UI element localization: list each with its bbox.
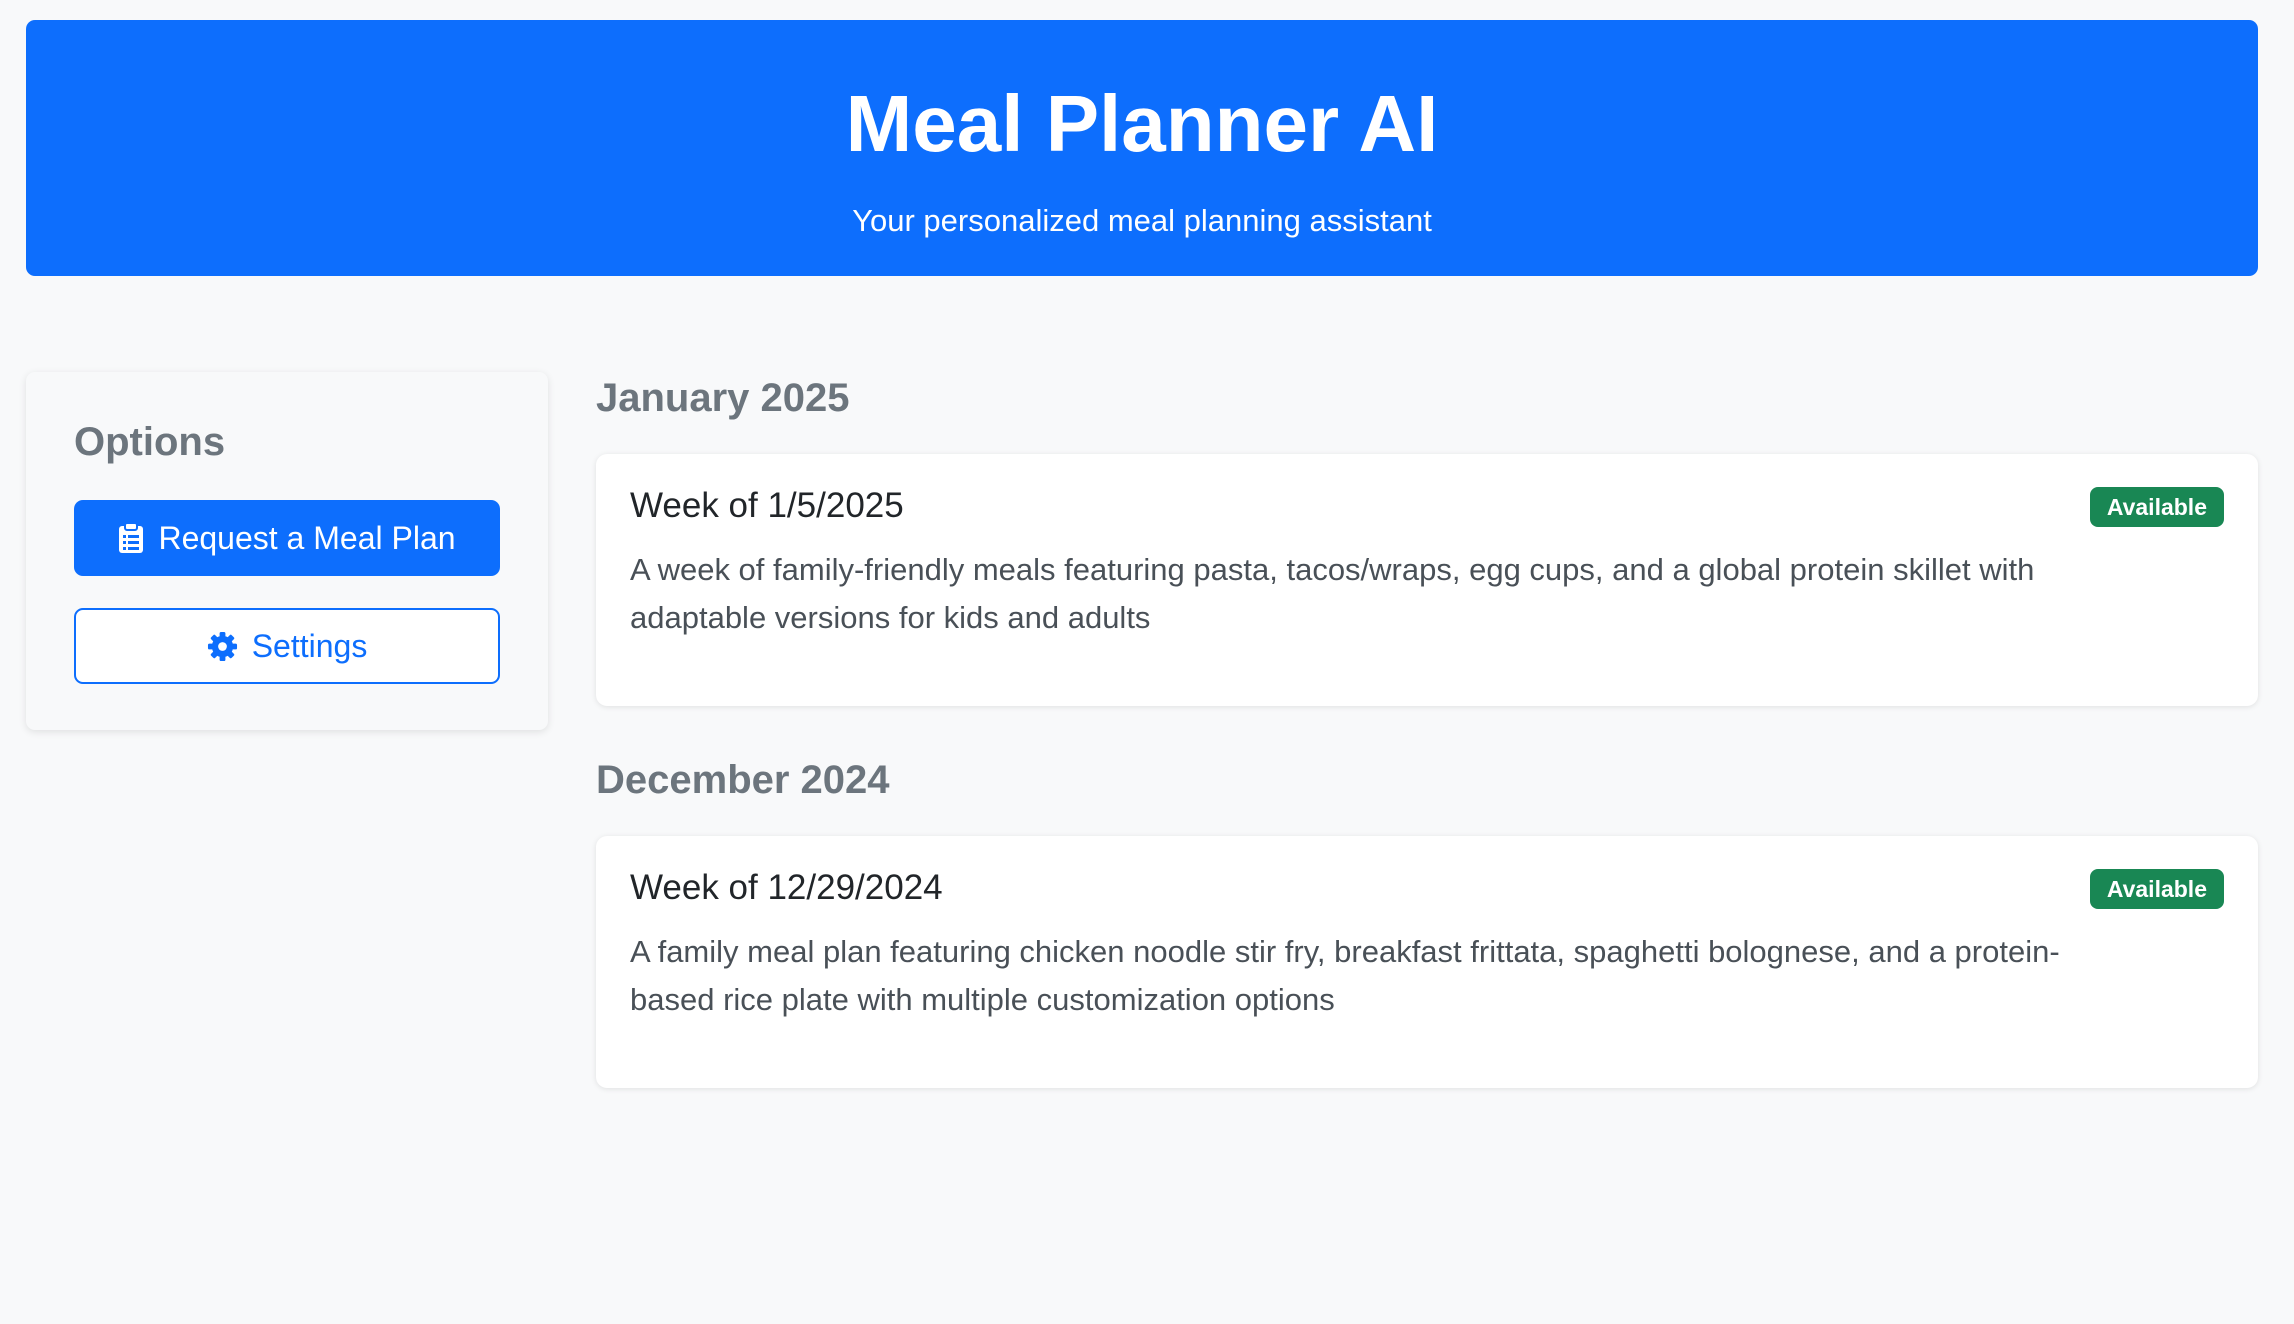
status-badge: Available [2089, 487, 2224, 527]
settings-label: Settings [251, 627, 368, 664]
meal-plan-description: A week of family-friendly meals featurin… [630, 552, 2035, 635]
request-meal-plan-label: Request a Meal Plan [158, 519, 456, 556]
request-meal-plan-button[interactable]: Request a Meal Plan [74, 500, 500, 576]
options-heading: Options [74, 420, 226, 464]
app-subtitle: Your personalized meal planning assistan… [852, 203, 1432, 238]
meal-plan-title: Week of 1/5/2025 [630, 486, 904, 525]
status-badge: Available [2089, 869, 2224, 909]
meal-plan-description: A family meal plan featuring chicken noo… [630, 934, 2060, 1017]
meal-plan-title: Week of 12/29/2024 [630, 868, 943, 907]
gear-icon [207, 631, 238, 662]
meal-plan-card[interactable]: Week of 12/29/2024 Available A family me… [596, 836, 2258, 1088]
meal-plan-card[interactable]: Week of 1/5/2025 Available A week of fam… [596, 454, 2258, 706]
app-header: Meal Planner AI Your personalized meal p… [26, 20, 2258, 276]
month-heading-december-2024: December 2024 [596, 758, 890, 802]
month-heading-january-2025: January 2025 [596, 376, 850, 420]
settings-button[interactable]: Settings [74, 608, 500, 684]
options-panel: Options Request a Meal Plan Settings [26, 372, 548, 730]
clipboard-icon [118, 522, 144, 554]
app-title: Meal Planner AI [845, 79, 1439, 168]
